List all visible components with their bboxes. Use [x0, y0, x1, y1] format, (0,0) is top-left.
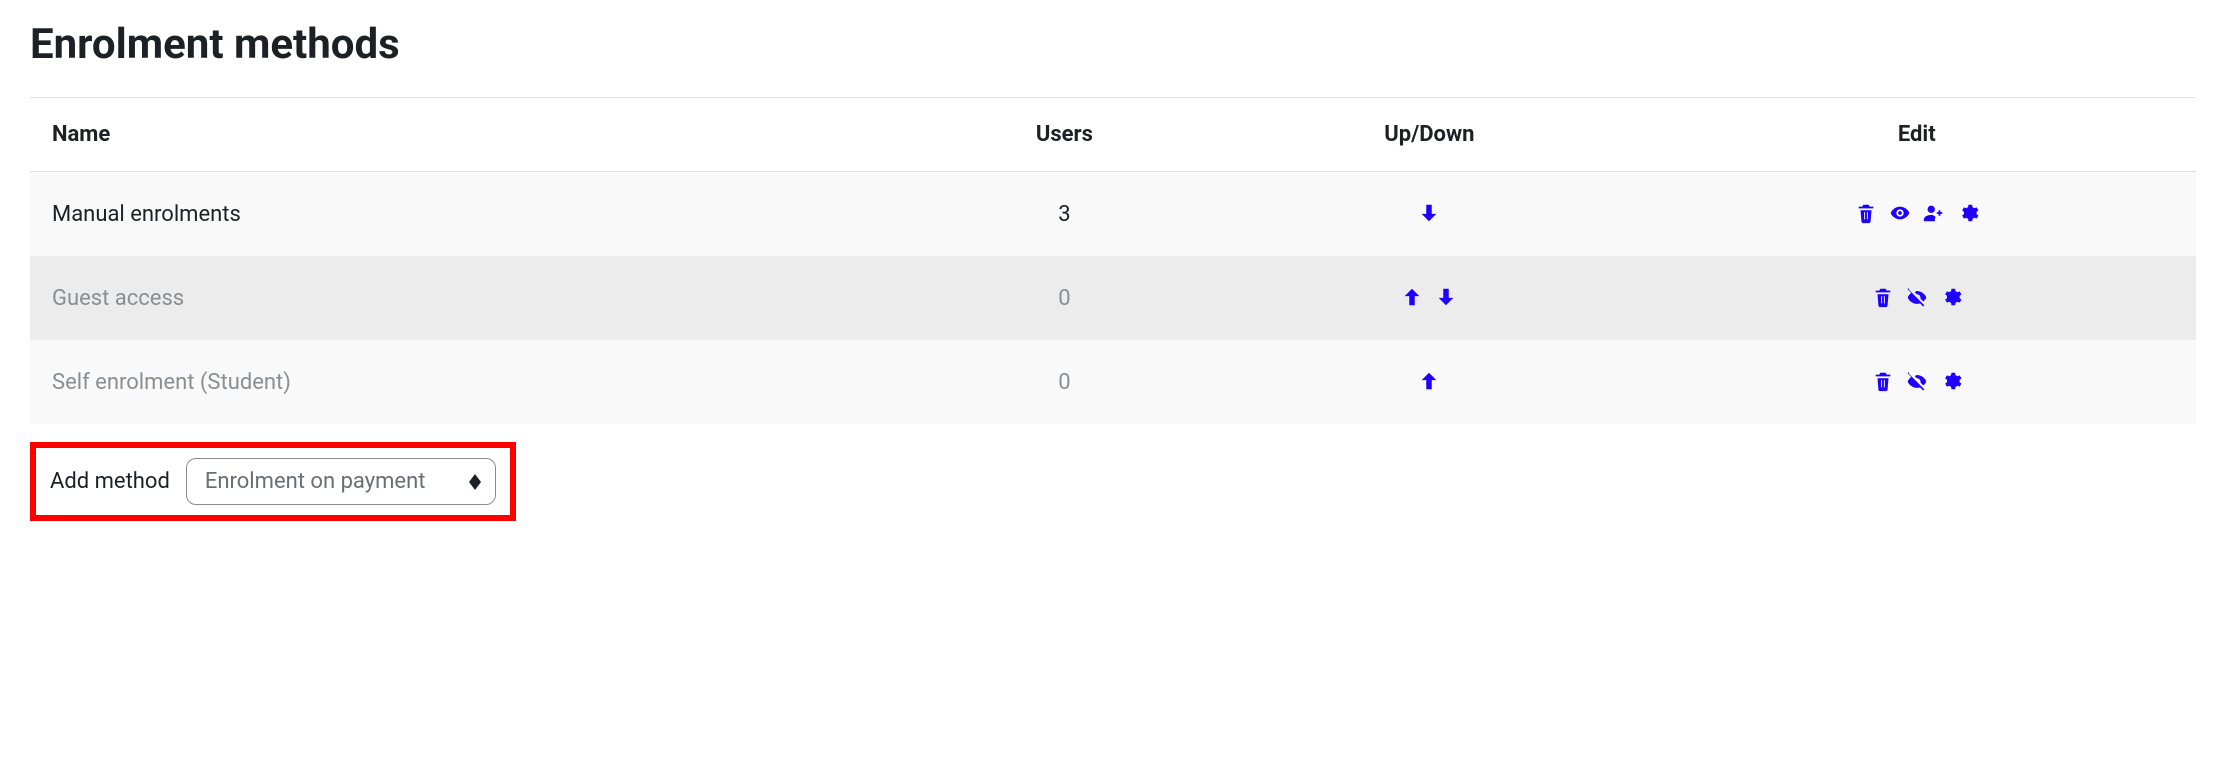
method-edit	[1638, 340, 2196, 424]
show-icon[interactable]	[1902, 282, 1932, 312]
add-method-selected: Enrolment on payment	[205, 469, 426, 494]
settings-icon[interactable]	[1953, 198, 1983, 228]
settings-icon[interactable]	[1936, 366, 1966, 396]
method-users: 0	[908, 256, 1221, 340]
table-row: Guest access0	[30, 256, 2196, 340]
enrolment-methods-table: Name Users Up/Down Edit Manual enrolment…	[30, 97, 2196, 424]
col-edit: Edit	[1638, 98, 2196, 172]
col-name: Name	[30, 98, 908, 172]
col-users: Users	[908, 98, 1221, 172]
method-name: Self enrolment (Student)	[30, 340, 908, 424]
add-method-select[interactable]: Enrolment on payment	[186, 458, 496, 505]
method-edit	[1638, 256, 2196, 340]
add-method-highlight: Add method Enrolment on payment	[30, 442, 516, 521]
select-caret-icon	[469, 474, 481, 490]
move-up-icon[interactable]	[1414, 366, 1444, 396]
method-updown	[1221, 256, 1637, 340]
enrol-users-icon[interactable]	[1919, 198, 1949, 228]
add-method-label: Add method	[50, 469, 170, 494]
table-row: Manual enrolments3	[30, 172, 2196, 257]
method-name: Manual enrolments	[30, 172, 908, 257]
delete-icon[interactable]	[1851, 198, 1881, 228]
method-name: Guest access	[30, 256, 908, 340]
move-down-icon[interactable]	[1414, 198, 1444, 228]
col-updown: Up/Down	[1221, 98, 1637, 172]
move-down-icon[interactable]	[1431, 282, 1461, 312]
method-updown	[1221, 340, 1637, 424]
method-edit	[1638, 172, 2196, 257]
show-icon[interactable]	[1902, 366, 1932, 396]
page-title: Enrolment methods	[30, 20, 2196, 69]
settings-icon[interactable]	[1936, 282, 1966, 312]
method-users: 0	[908, 340, 1221, 424]
delete-icon[interactable]	[1868, 366, 1898, 396]
method-users: 3	[908, 172, 1221, 257]
hide-icon[interactable]	[1885, 198, 1915, 228]
table-row: Self enrolment (Student)0	[30, 340, 2196, 424]
move-up-icon[interactable]	[1397, 282, 1427, 312]
delete-icon[interactable]	[1868, 282, 1898, 312]
method-updown	[1221, 172, 1637, 257]
